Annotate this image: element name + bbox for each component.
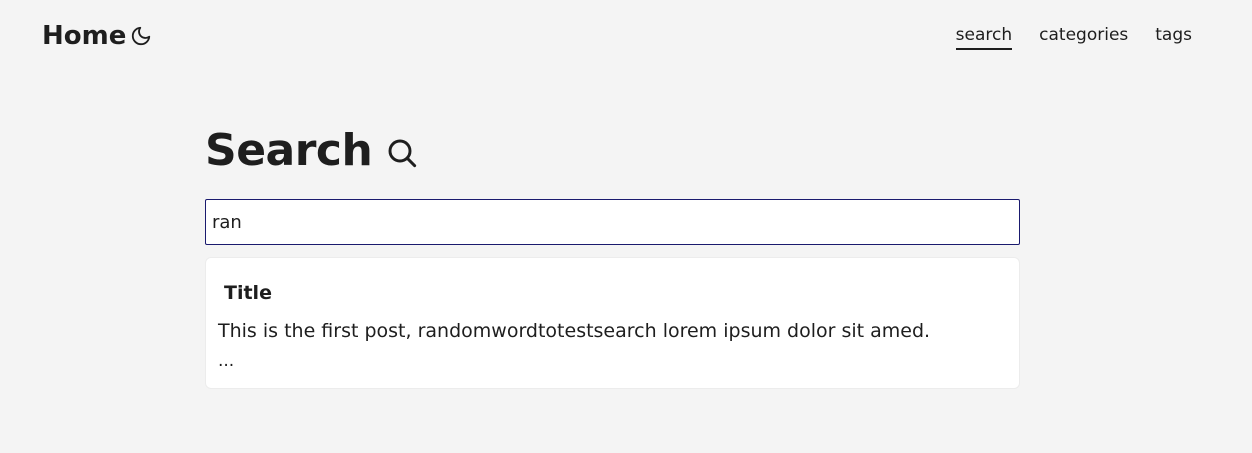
result-title[interactable]: Title	[218, 258, 1007, 306]
result-ellipsis: ...	[218, 351, 235, 371]
search-input[interactable]	[205, 199, 1020, 245]
theme-toggle-button[interactable]	[130, 25, 152, 47]
nav-link-search[interactable]: search	[955, 23, 1013, 50]
site-header: Home search categories tags	[0, 0, 1252, 72]
nav-link-categories[interactable]: categories	[1039, 23, 1128, 50]
search-icon	[388, 139, 417, 168]
moon-icon	[131, 26, 151, 46]
search-results: Title This is the first post, randomword…	[205, 257, 1020, 389]
result-excerpt: This is the first post, randomwordtotest…	[218, 320, 931, 342]
page-title: Search	[205, 120, 1020, 182]
main-nav: search categories tags	[955, 23, 1192, 50]
search-page: Search Title This is the first post, ran…	[205, 120, 1020, 389]
search-result-card[interactable]: Title This is the first post, randomword…	[205, 257, 1020, 389]
nav-link-tags[interactable]: tags	[1155, 23, 1192, 50]
page-title-text: Search	[205, 125, 373, 176]
home-link[interactable]: Home	[42, 19, 126, 53]
